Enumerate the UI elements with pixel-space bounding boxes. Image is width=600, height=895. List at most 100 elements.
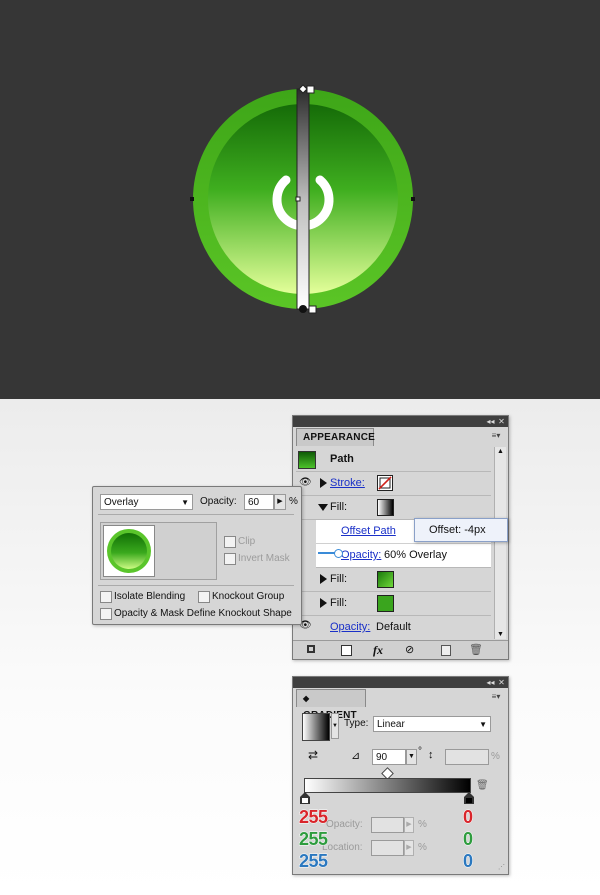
tab-appearance[interactable]: APPEARANCE <box>296 428 376 446</box>
fill-label[interactable]: Fill: <box>330 501 347 513</box>
panel-menu-icon[interactable]: ≡▾ <box>488 430 504 442</box>
gradient-type-select[interactable]: Linear ▼ <box>373 716 491 732</box>
tab-gradient[interactable]: ◆ GRADIENT <box>296 689 366 721</box>
appearance-row-fill-expanded[interactable]: Fill: <box>296 496 491 520</box>
opacity-arrow-icon[interactable]: ▶ <box>404 817 414 833</box>
percent-sign: % <box>418 819 427 830</box>
angle-dropdown-icon[interactable]: ▼ <box>406 749 417 765</box>
panel-menu-icon[interactable]: ≡▾ <box>488 691 504 703</box>
collapse-triangle-icon[interactable] <box>318 504 328 511</box>
gradient-stop-white[interactable] <box>299 792 311 805</box>
object-thumbnail[interactable] <box>103 525 155 577</box>
opacity-mask-knockout-checkbox[interactable] <box>100 608 112 620</box>
resize-grip-icon[interactable]: ⋰ <box>498 864 506 872</box>
gradient-slider-bar[interactable] <box>304 778 471 793</box>
angle-value: 90 <box>376 752 388 763</box>
percent-sign: % <box>289 496 298 507</box>
gradient-bar-end-handle[interactable] <box>306 85 315 94</box>
gradient-start-stop[interactable] <box>308 305 317 314</box>
type-label: Type: <box>344 718 369 729</box>
scroll-up-icon[interactable]: ▲ <box>497 448 504 455</box>
right-stop-red-value: 0 <box>463 807 474 828</box>
panel-title: APPEARANCE <box>303 432 376 443</box>
panel-titlebar[interactable]: ◂◂ ✕ <box>293 677 508 688</box>
stop-location-input[interactable] <box>371 840 404 856</box>
object-header-row[interactable]: Path <box>296 447 491 472</box>
invert-mask-checkbox[interactable] <box>224 553 236 565</box>
isolate-blending-label: Isolate Blending <box>114 591 186 602</box>
fill-gradient-swatch[interactable] <box>377 499 394 516</box>
fx-icon[interactable]: fx <box>373 643 383 658</box>
stop-opacity-label: Opacity: <box>326 819 363 830</box>
object-label: Path <box>330 453 354 465</box>
opacity-value: 60% Overlay <box>384 549 447 561</box>
left-stop-red-value: 255 <box>299 807 329 828</box>
scrollbar[interactable]: ▲ ▼ <box>494 447 506 639</box>
scroll-down-icon[interactable]: ▼ <box>497 631 504 638</box>
collapse-icon[interactable]: ◂◂ <box>485 677 496 688</box>
add-new-fill-icon[interactable] <box>341 645 352 656</box>
chevron-down-icon[interactable]: ▼ <box>479 717 487 733</box>
thumbnail-frame <box>100 522 217 580</box>
artboard-canvas[interactable] <box>0 0 600 399</box>
percent-sign: % <box>418 842 427 853</box>
opacity-link[interactable]: Opacity: <box>341 549 381 561</box>
appearance-row-fill-3[interactable]: Fill: <box>296 592 491 616</box>
clip-checkbox[interactable] <box>224 536 236 548</box>
collapse-icon[interactable]: ◂◂ <box>485 416 496 427</box>
trash-icon[interactable]: 🗑 <box>469 643 483 656</box>
panel-footer: fx ⊘ 🗑 <box>293 640 508 659</box>
fill-label[interactable]: Fill: <box>330 597 347 609</box>
add-new-stroke-icon[interactable] <box>307 645 315 653</box>
fill-label[interactable]: Fill: <box>330 573 347 585</box>
opacity-label: Opacity: <box>200 496 237 507</box>
appearance-row-stroke[interactable]: 👁 Stroke: <box>296 472 491 496</box>
opacity-link[interactable]: Opacity: <box>330 621 370 633</box>
gradient-preset-dropdown-icon[interactable]: ▼ <box>331 713 339 739</box>
appearance-row-opacity-default[interactable]: 👁 Opacity: Default <box>296 616 491 639</box>
stop-location-label: Location: <box>322 842 363 853</box>
anchor-point-right[interactable] <box>411 197 415 201</box>
anchor-point-left[interactable] <box>190 197 194 201</box>
gradient-origin-handle[interactable] <box>299 305 307 313</box>
divider <box>98 514 294 515</box>
divider <box>98 585 294 586</box>
gradient-preview-swatch[interactable] <box>302 713 330 741</box>
opacity-input[interactable]: 60 <box>244 494 274 510</box>
angle-input[interactable]: 90 <box>372 749 406 765</box>
close-icon[interactable]: ✕ <box>496 416 507 427</box>
offset-path-link[interactable]: Offset Path <box>341 525 396 537</box>
expand-triangle-icon[interactable] <box>320 598 327 608</box>
blend-mode-select[interactable]: Overlay ▼ <box>100 494 193 510</box>
expand-triangle-icon[interactable] <box>320 574 327 584</box>
gradient-stop-black[interactable] <box>463 792 475 805</box>
chevron-down-icon[interactable]: ▼ <box>181 495 189 511</box>
isolate-blending-checkbox[interactable] <box>100 591 112 603</box>
tab-expand-icon[interactable]: ◆ <box>303 694 309 703</box>
aspect-ratio-icon: ↕ <box>428 749 434 761</box>
fill-green-swatch[interactable] <box>377 595 394 612</box>
knockout-group-checkbox[interactable] <box>198 591 210 603</box>
fill-green-gradient-swatch[interactable] <box>377 571 394 588</box>
clear-appearance-icon[interactable]: ⊘ <box>405 643 414 656</box>
left-stop-blue-value: 255 <box>299 851 329 872</box>
appearance-row-opacity-overlay[interactable]: Opacity: 60% Overlay <box>316 544 491 568</box>
thumbnail-circle <box>111 533 147 569</box>
gradient-type-value: Linear <box>377 719 405 730</box>
angle-icon: ⊿ <box>351 750 361 762</box>
duplicate-item-icon[interactable] <box>441 645 451 656</box>
percent-sign: % <box>491 751 500 762</box>
close-icon[interactable]: ✕ <box>496 677 507 688</box>
stop-opacity-input[interactable] <box>371 817 404 833</box>
aspect-ratio-input[interactable] <box>445 749 489 765</box>
delete-stop-icon[interactable]: 🗑 <box>476 780 489 791</box>
location-arrow-icon[interactable]: ▶ <box>404 840 414 856</box>
opacity-slider-arrow-icon[interactable]: ▶ <box>274 494 286 510</box>
expand-triangle-icon[interactable] <box>320 478 327 488</box>
reverse-gradient-icon[interactable]: ⇄ <box>308 748 318 762</box>
power-button-artwork[interactable] <box>0 0 600 399</box>
stroke-label[interactable]: Stroke: <box>330 477 365 489</box>
panel-titlebar[interactable]: ◂◂ ✕ <box>293 416 508 427</box>
appearance-row-fill-2[interactable]: Fill: <box>296 568 491 592</box>
stroke-none-swatch[interactable] <box>377 475 393 491</box>
